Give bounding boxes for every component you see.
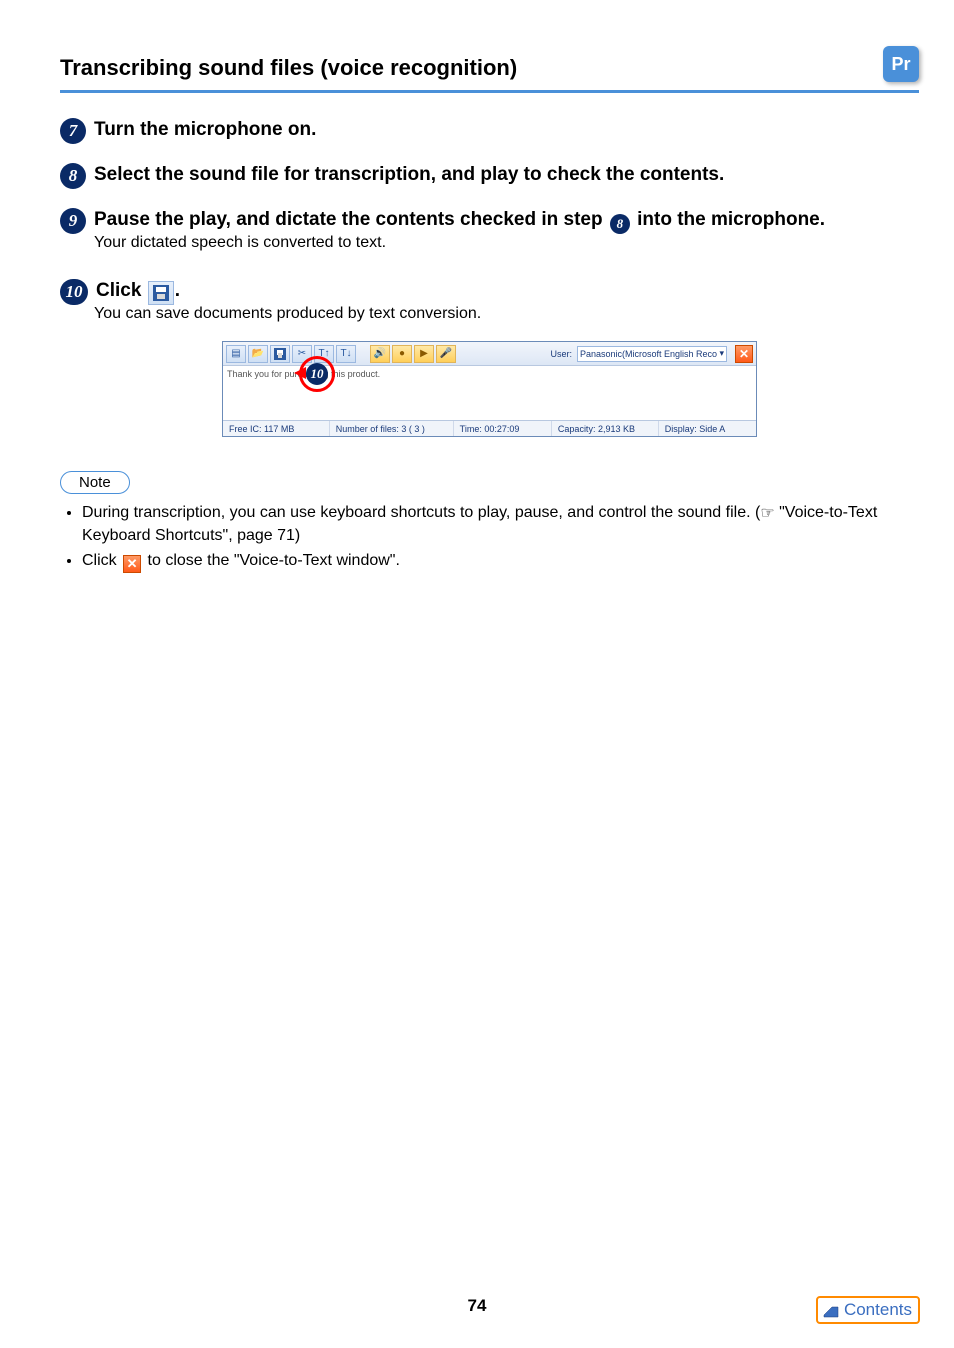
callout-tail <box>294 367 306 379</box>
note-item-1: During transcription, you can use keyboa… <box>82 502 919 548</box>
status-free: Free IC: 117 MB <box>223 421 330 436</box>
status-capacity: Capacity: 2,913 KB <box>552 421 659 436</box>
close-window-icon[interactable]: ✕ <box>735 345 753 363</box>
note-label: Note <box>60 471 130 494</box>
step-7: 7 Turn the microphone on. <box>60 117 919 144</box>
step-number-10: 10 <box>60 279 88 305</box>
contents-button[interactable]: Contents <box>816 1296 920 1324</box>
voice-to-text-window: ▤ 📂 ✂ T↑ T↓ 🔊 ● ▶ 🎤 User: Panasonic(Micr… <box>222 341 757 437</box>
step-9-ref-num: 8 <box>610 214 630 234</box>
step-9-text: Pause the play, and dictate the contents… <box>94 207 919 234</box>
contents-arrow-icon <box>822 1301 842 1319</box>
title-rule <box>60 90 919 93</box>
speaker-icon[interactable]: 🔊 <box>370 345 390 363</box>
user-select[interactable]: Panasonic(Microsoft English Reco ▾ <box>577 346 727 362</box>
save-toolbar-icon[interactable] <box>270 345 290 363</box>
status-time: Time: 00:27:09 <box>454 421 552 436</box>
step-10-text: Click . <box>96 278 919 305</box>
step-number-9: 9 <box>60 208 86 234</box>
open-icon[interactable]: 📂 <box>248 345 268 363</box>
record-icon[interactable]: ● <box>392 345 412 363</box>
font-down-icon[interactable]: T↓ <box>336 345 356 363</box>
note-list: During transcription, you can use keyboa… <box>66 502 919 573</box>
close-icon: ✕ <box>123 555 141 573</box>
note-item-2: Click ✕ to close the "Voice-to-Text wind… <box>82 550 919 573</box>
step-10-text-b: . <box>175 280 180 301</box>
save-icon <box>148 281 174 305</box>
chevron-down-icon: ▾ <box>719 348 724 359</box>
step-8-text: Select the sound file for transcription,… <box>94 162 919 188</box>
new-doc-icon[interactable]: ▤ <box>226 345 246 363</box>
status-display: Display: Side A <box>659 421 756 436</box>
user-select-value: Panasonic(Microsoft English Reco <box>580 349 717 359</box>
mic-icon[interactable]: 🎤 <box>436 345 456 363</box>
step-9-body: Your dictated speech is converted to tex… <box>94 234 919 252</box>
step-number-7: 7 <box>60 118 86 144</box>
step-10-text-a: Click <box>96 280 147 301</box>
step-10: 10 Click . You can save documents produc… <box>60 278 919 323</box>
step-9: 9 Pause the play, and dictate the conten… <box>60 207 919 252</box>
status-files: Number of files: 3 ( 3 ) <box>330 421 454 436</box>
contents-label: Contents <box>844 1300 912 1320</box>
status-bar: Free IC: 117 MB Number of files: 3 ( 3 )… <box>223 420 756 436</box>
callout-circle: 10 <box>299 356 335 392</box>
note-2-a: Click <box>82 552 121 569</box>
reference-icon: ☞ <box>760 503 774 525</box>
step-10-body: You can save documents produced by text … <box>94 305 919 323</box>
page-title: Transcribing sound files (voice recognit… <box>60 55 517 81</box>
note-1-a: During transcription, you can use keyboa… <box>82 504 760 521</box>
play-icon[interactable]: ▶ <box>414 345 434 363</box>
step-8: 8 Select the sound file for transcriptio… <box>60 162 919 189</box>
step-9-text-b: into the microphone. <box>632 209 825 230</box>
user-label: User: <box>550 349 572 359</box>
page-number: 74 <box>0 1296 954 1316</box>
step-number-8: 8 <box>60 163 86 189</box>
callout-number: 10 <box>306 363 328 385</box>
note-2-b: to close the "Voice-to-Text window". <box>143 552 400 569</box>
pr-badge: Pr <box>883 46 919 82</box>
step-7-text: Turn the microphone on. <box>94 117 919 143</box>
step-9-text-a: Pause the play, and dictate the contents… <box>94 209 608 230</box>
